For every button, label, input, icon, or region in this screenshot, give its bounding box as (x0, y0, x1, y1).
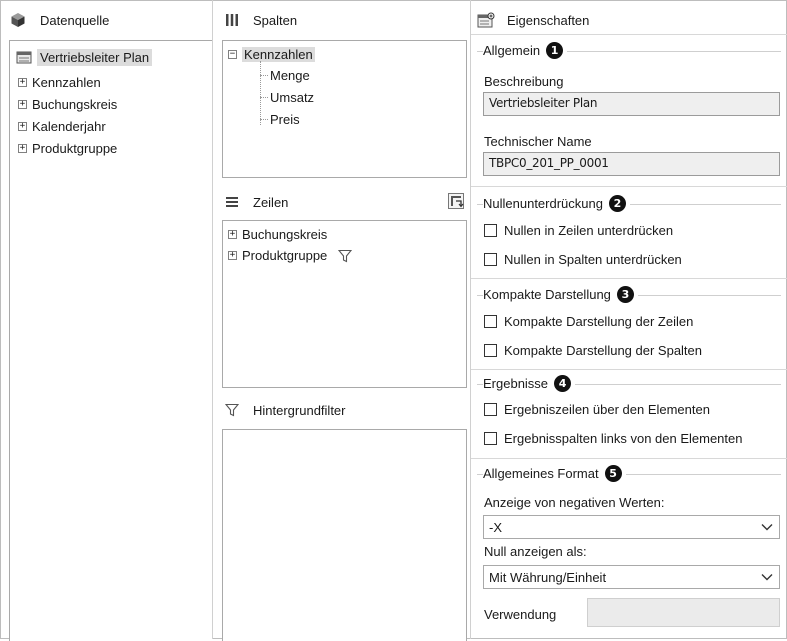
background-filter-title: Hintergrundfilter (253, 402, 346, 418)
filter-icon[interactable] (338, 249, 353, 263)
query-icon (16, 51, 32, 63)
properties-title: Eigenschaften (507, 12, 590, 28)
section-allgemeines-format: Allgemeines Format 5 (483, 465, 626, 482)
technical-name-label: Technischer Name (484, 134, 592, 149)
background-filter-header: Hintergrundfilter (225, 398, 346, 422)
checkbox-label: Kompakte Darstellung der Spalten (504, 343, 703, 358)
negative-values-label: Anzeige von negativen Werten: (484, 495, 665, 510)
tree-label: Vertriebsleiter Plan (37, 49, 153, 66)
tree-label: Produktgruppe (32, 141, 118, 156)
rows-header: Zeilen (225, 190, 288, 214)
section-title: Allgemein (483, 43, 541, 58)
checkbox-label: Ergebniszeilen über den Elementen (504, 402, 710, 417)
checkbox-box[interactable] (484, 315, 497, 328)
expand-icon[interactable]: + (228, 251, 237, 260)
checkbox-box[interactable] (484, 224, 497, 237)
tree-label: Buchungskreis (242, 227, 328, 242)
tree-label: Kalenderjahr (32, 119, 106, 134)
expand-icon[interactable]: + (18, 100, 27, 109)
chevron-down-icon (761, 524, 773, 531)
technical-name-field[interactable]: TBPC0_201_PP_0001 (483, 152, 780, 176)
tree-item-kennzahlen[interactable]: + Kennzahlen (18, 75, 101, 90)
expand-icon[interactable]: + (228, 230, 237, 239)
tree-label: Kennzahlen (242, 47, 315, 62)
checkbox-label: Ergebnisspalten links von den Elementen (504, 431, 743, 446)
columns-title: Spalten (253, 12, 298, 28)
collapse-icon[interactable]: − (228, 50, 237, 59)
badge-1: 1 (546, 42, 564, 59)
columns-child-preis[interactable]: Preis (270, 112, 300, 127)
usage-label: Verwendung (484, 607, 557, 622)
select-value: -X (489, 519, 502, 535)
filter-icon (225, 403, 239, 417)
checkbox-box[interactable] (484, 403, 497, 416)
properties-icon (477, 12, 495, 28)
columns-child-umsatz[interactable]: Umsatz (270, 90, 314, 105)
badge-4: 4 (554, 375, 572, 392)
properties-panel: Eigenschaften Allgemein 1 Beschreibung V… (470, 0, 787, 639)
swap-axes-button[interactable] (448, 193, 464, 212)
expand-icon[interactable]: + (18, 144, 27, 153)
cube-icon (11, 13, 25, 27)
background-filter-dropzone[interactable] (222, 429, 467, 641)
tree-item-buchungskreis[interactable]: + Buchungskreis (18, 97, 117, 112)
rows-item-buchungskreis[interactable]: + Buchungskreis (228, 227, 327, 242)
rows-title: Zeilen (253, 194, 289, 210)
tree-label: Produktgruppe (242, 248, 328, 263)
checkbox-label: Nullen in Zeilen unterdrücken (504, 223, 674, 238)
rows-dropzone[interactable]: + Buchungskreis + Produktgruppe (222, 220, 467, 388)
tree-item-vertriebsleiter-plan[interactable]: Vertriebsleiter Plan (16, 49, 153, 66)
checkbox-kompakt-spalten[interactable]: Kompakte Darstellung der Spalten (484, 343, 702, 358)
layout-panel: Spalten − Kennzahlen Menge Umsatz Preis … (212, 0, 471, 641)
checkbox-box[interactable] (484, 344, 497, 357)
columns-icon (226, 14, 238, 26)
rows-icon (226, 197, 238, 207)
checkbox-box[interactable] (484, 253, 497, 266)
null-display-label: Null anzeigen als: (484, 544, 587, 559)
columns-header: Spalten (225, 8, 297, 32)
expand-icon[interactable]: + (18, 122, 27, 131)
tree-label: Kennzahlen (32, 75, 101, 90)
datasource-title: Datenquelle (40, 12, 110, 28)
section-kompakte-darstellung: Kompakte Darstellung 3 (483, 286, 638, 303)
null-display-select[interactable]: Mit Währung/Einheit (483, 565, 780, 589)
datasource-header: Datenquelle (10, 8, 109, 32)
badge-3: 3 (616, 286, 634, 303)
description-label: Beschreibung (484, 74, 564, 89)
section-ergebnisse: Ergebnisse 4 (483, 375, 576, 392)
tree-label: Buchungskreis (32, 97, 118, 112)
checkbox-label: Nullen in Spalten unterdrücken (504, 252, 682, 267)
badge-2: 2 (608, 195, 626, 212)
checkbox-ergebniszeilen[interactable]: Ergebniszeilen über den Elementen (484, 402, 710, 417)
usage-field[interactable] (587, 598, 780, 627)
chevron-down-icon (761, 574, 773, 581)
columns-child-menge[interactable]: Menge (270, 68, 310, 83)
section-nullenunterdrueckung: Nullenunterdrückung 2 (483, 195, 630, 212)
checkbox-box[interactable] (484, 432, 497, 445)
datasource-tree: Vertriebsleiter Plan + Kennzahlen + Buch… (9, 40, 212, 641)
negative-values-select[interactable]: -X (483, 515, 780, 539)
datasource-panel: Datenquelle Vertriebsleiter Plan + Kennz… (0, 0, 212, 641)
section-title: Allgemeines Format (483, 466, 599, 481)
checkbox-nullen-zeilen[interactable]: Nullen in Zeilen unterdrücken (484, 223, 673, 238)
properties-header: Eigenschaften (477, 8, 589, 32)
tree-item-produktgruppe[interactable]: + Produktgruppe (18, 141, 117, 156)
section-title: Ergebnisse (483, 376, 549, 391)
section-title: Nullenunterdrückung (483, 196, 603, 211)
swap-axes-icon (448, 193, 464, 209)
expand-icon[interactable]: + (18, 78, 27, 87)
description-field[interactable]: Vertriebsleiter Plan (483, 92, 780, 116)
badge-5: 5 (604, 465, 622, 482)
columns-dropzone[interactable]: − Kennzahlen Menge Umsatz Preis (222, 40, 467, 178)
checkbox-label: Kompakte Darstellung der Zeilen (504, 314, 694, 329)
tree-item-kalenderjahr[interactable]: + Kalenderjahr (18, 119, 106, 134)
rows-item-produktgruppe[interactable]: + Produktgruppe (228, 248, 353, 263)
columns-item-kennzahlen[interactable]: − Kennzahlen (228, 47, 315, 62)
select-value: Mit Währung/Einheit (489, 569, 607, 585)
checkbox-nullen-spalten[interactable]: Nullen in Spalten unterdrücken (484, 252, 682, 267)
section-title: Kompakte Darstellung (483, 287, 611, 302)
section-allgemein: Allgemein 1 (483, 42, 568, 59)
checkbox-ergebnisspalten[interactable]: Ergebnisspalten links von den Elementen (484, 431, 742, 446)
checkbox-kompakt-zeilen[interactable]: Kompakte Darstellung der Zeilen (484, 314, 693, 329)
